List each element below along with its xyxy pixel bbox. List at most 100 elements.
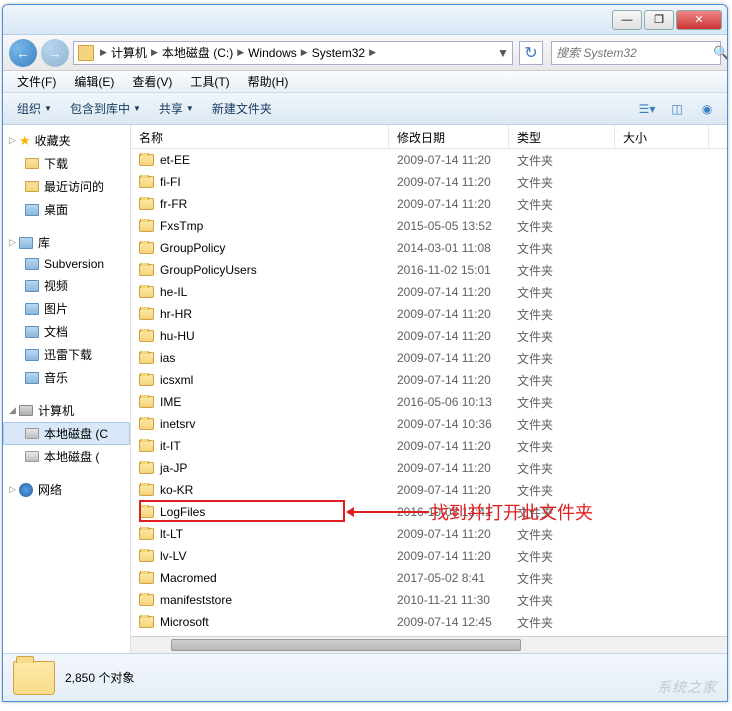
file-date: 2015-05-05 13:52 <box>389 219 509 233</box>
breadcrumb-sep[interactable] <box>367 47 378 58</box>
file-row[interactable]: LogFiles2016-10-08 13:41文件夹 <box>131 501 727 523</box>
address-dropdown[interactable]: ▼ <box>494 46 512 60</box>
star-icon: ★ <box>19 133 31 149</box>
minimize-button[interactable]: — <box>612 10 642 30</box>
folder-icon <box>139 374 154 386</box>
breadcrumb-drive[interactable]: 本地磁盘 (C:) <box>160 44 235 61</box>
file-row[interactable]: ja-JP2009-07-14 11:20文件夹 <box>131 457 727 479</box>
share-button[interactable]: 共享 <box>153 97 200 120</box>
breadcrumb-windows[interactable]: Windows <box>246 46 299 60</box>
file-row[interactable]: fr-FR2009-07-14 11:20文件夹 <box>131 193 727 215</box>
sidebar-music[interactable]: 音乐 <box>3 366 130 389</box>
search-input[interactable] <box>556 46 713 60</box>
file-type: 文件夹 <box>509 152 615 169</box>
file-type: 文件夹 <box>509 174 615 191</box>
menu-view[interactable]: 查看(V) <box>124 71 180 92</box>
menu-tools[interactable]: 工具(T) <box>182 71 237 92</box>
search-box[interactable]: 🔍 <box>551 41 721 65</box>
file-type: 文件夹 <box>509 284 615 301</box>
menu-file[interactable]: 文件(F) <box>9 71 64 92</box>
watermark: 系统之家 <box>657 677 717 697</box>
maximize-button[interactable]: ❐ <box>644 10 674 30</box>
sidebar-videos[interactable]: 视频 <box>3 274 130 297</box>
file-row[interactable]: hu-HU2009-07-14 11:20文件夹 <box>131 325 727 347</box>
file-row[interactable]: lv-LV2009-07-14 11:20文件夹 <box>131 545 727 567</box>
file-name: hu-HU <box>160 329 195 343</box>
refresh-button[interactable]: ↻ <box>519 41 543 65</box>
file-name: it-IT <box>160 439 181 453</box>
folder-icon <box>139 352 154 364</box>
file-date: 2009-07-14 11:20 <box>389 329 509 343</box>
file-name: lv-LV <box>160 549 186 563</box>
command-bar: 组织 包含到库中 共享 新建文件夹 ☰▾ ◫ ◉ <box>3 93 727 125</box>
col-date[interactable]: 修改日期 <box>389 125 509 148</box>
file-name: FxsTmp <box>160 219 203 233</box>
sidebar-downloads[interactable]: 下载 <box>3 152 130 175</box>
sidebar-recent[interactable]: 最近访问的 <box>3 175 130 198</box>
menu-help[interactable]: 帮助(H) <box>240 71 297 92</box>
col-size[interactable]: 大小 <box>615 125 709 148</box>
breadcrumb-sep[interactable] <box>235 47 246 58</box>
include-button[interactable]: 包含到库中 <box>64 97 147 120</box>
breadcrumb-system32[interactable]: System32 <box>310 46 367 60</box>
file-row[interactable]: it-IT2009-07-14 11:20文件夹 <box>131 435 727 457</box>
file-row[interactable]: Macromed2017-05-02 8:41文件夹 <box>131 567 727 589</box>
file-row[interactable]: hr-HR2009-07-14 11:20文件夹 <box>131 303 727 325</box>
nav-pane: ▷★收藏夹 下载 最近访问的 桌面 ▷库 Subversion 视频 图片 文档… <box>3 125 131 653</box>
breadcrumb-sep[interactable] <box>98 47 109 58</box>
file-row[interactable]: GroupPolicy2014-03-01 11:08文件夹 <box>131 237 727 259</box>
computer-group[interactable]: ◢计算机 <box>3 399 130 422</box>
breadcrumb-sep[interactable] <box>149 47 160 58</box>
sidebar-drive-c[interactable]: 本地磁盘 (C <box>3 422 130 445</box>
file-row[interactable]: FxsTmp2015-05-05 13:52文件夹 <box>131 215 727 237</box>
file-list[interactable]: et-EE2009-07-14 11:20文件夹fi-FI2009-07-14 … <box>131 149 727 636</box>
file-row[interactable]: et-EE2009-07-14 11:20文件夹 <box>131 149 727 171</box>
breadcrumb-sep[interactable] <box>299 47 310 58</box>
sidebar-subversion[interactable]: Subversion <box>3 254 130 274</box>
col-type[interactable]: 类型 <box>509 125 615 148</box>
menu-bar: 文件(F) 编辑(E) 查看(V) 工具(T) 帮助(H) <box>3 71 727 93</box>
file-row[interactable]: GroupPolicyUsers2016-11-02 15:01文件夹 <box>131 259 727 281</box>
newfolder-button[interactable]: 新建文件夹 <box>206 97 278 120</box>
col-name[interactable]: 名称 <box>131 125 389 148</box>
network-icon <box>19 483 33 497</box>
library-icon <box>19 237 33 249</box>
file-type: 文件夹 <box>509 394 615 411</box>
scrollbar-thumb[interactable] <box>171 639 521 651</box>
libraries-group[interactable]: ▷库 <box>3 231 130 254</box>
close-button[interactable]: ✕ <box>676 10 722 30</box>
file-row[interactable]: lt-LT2009-07-14 11:20文件夹 <box>131 523 727 545</box>
file-row[interactable]: ko-KR2009-07-14 11:20文件夹 <box>131 479 727 501</box>
file-row[interactable]: icsxml2009-07-14 11:20文件夹 <box>131 369 727 391</box>
sidebar-documents[interactable]: 文档 <box>3 320 130 343</box>
file-row[interactable]: he-IL2009-07-14 11:20文件夹 <box>131 281 727 303</box>
folder-icon <box>139 440 154 452</box>
menu-edit[interactable]: 编辑(E) <box>66 71 122 92</box>
address-bar[interactable]: 计算机 本地磁盘 (C:) Windows System32 ▼ <box>73 41 513 65</box>
preview-pane-icon[interactable]: ◫ <box>665 98 689 120</box>
sidebar-drive-other[interactable]: 本地磁盘 ( <box>3 445 130 468</box>
file-row[interactable]: manifeststore2010-11-21 11:30文件夹 <box>131 589 727 611</box>
sidebar-xunlei[interactable]: 迅雷下载 <box>3 343 130 366</box>
network-group[interactable]: ▷网络 <box>3 478 130 501</box>
help-icon[interactable]: ◉ <box>695 98 719 120</box>
file-row[interactable]: inetsrv2009-07-14 10:36文件夹 <box>131 413 727 435</box>
favorites-group[interactable]: ▷★收藏夹 <box>3 129 130 152</box>
horizontal-scrollbar[interactable] <box>131 636 727 653</box>
folder-icon <box>139 198 154 210</box>
folder-icon <box>139 396 154 408</box>
file-type: 文件夹 <box>509 526 615 543</box>
sidebar-pictures[interactable]: 图片 <box>3 297 130 320</box>
file-name: hr-HR <box>160 307 192 321</box>
breadcrumb-computer[interactable]: 计算机 <box>109 44 149 61</box>
file-type: 文件夹 <box>509 262 615 279</box>
back-button[interactable]: ← <box>9 39 37 67</box>
sidebar-desktop[interactable]: 桌面 <box>3 198 130 221</box>
organize-button[interactable]: 组织 <box>11 97 58 120</box>
forward-button[interactable]: → <box>41 39 69 67</box>
file-row[interactable]: ias2009-07-14 11:20文件夹 <box>131 347 727 369</box>
view-options-icon[interactable]: ☰▾ <box>635 98 659 120</box>
file-row[interactable]: IME2016-05-06 10:13文件夹 <box>131 391 727 413</box>
file-row[interactable]: fi-FI2009-07-14 11:20文件夹 <box>131 171 727 193</box>
file-row[interactable]: Microsoft2009-07-14 12:45文件夹 <box>131 611 727 633</box>
